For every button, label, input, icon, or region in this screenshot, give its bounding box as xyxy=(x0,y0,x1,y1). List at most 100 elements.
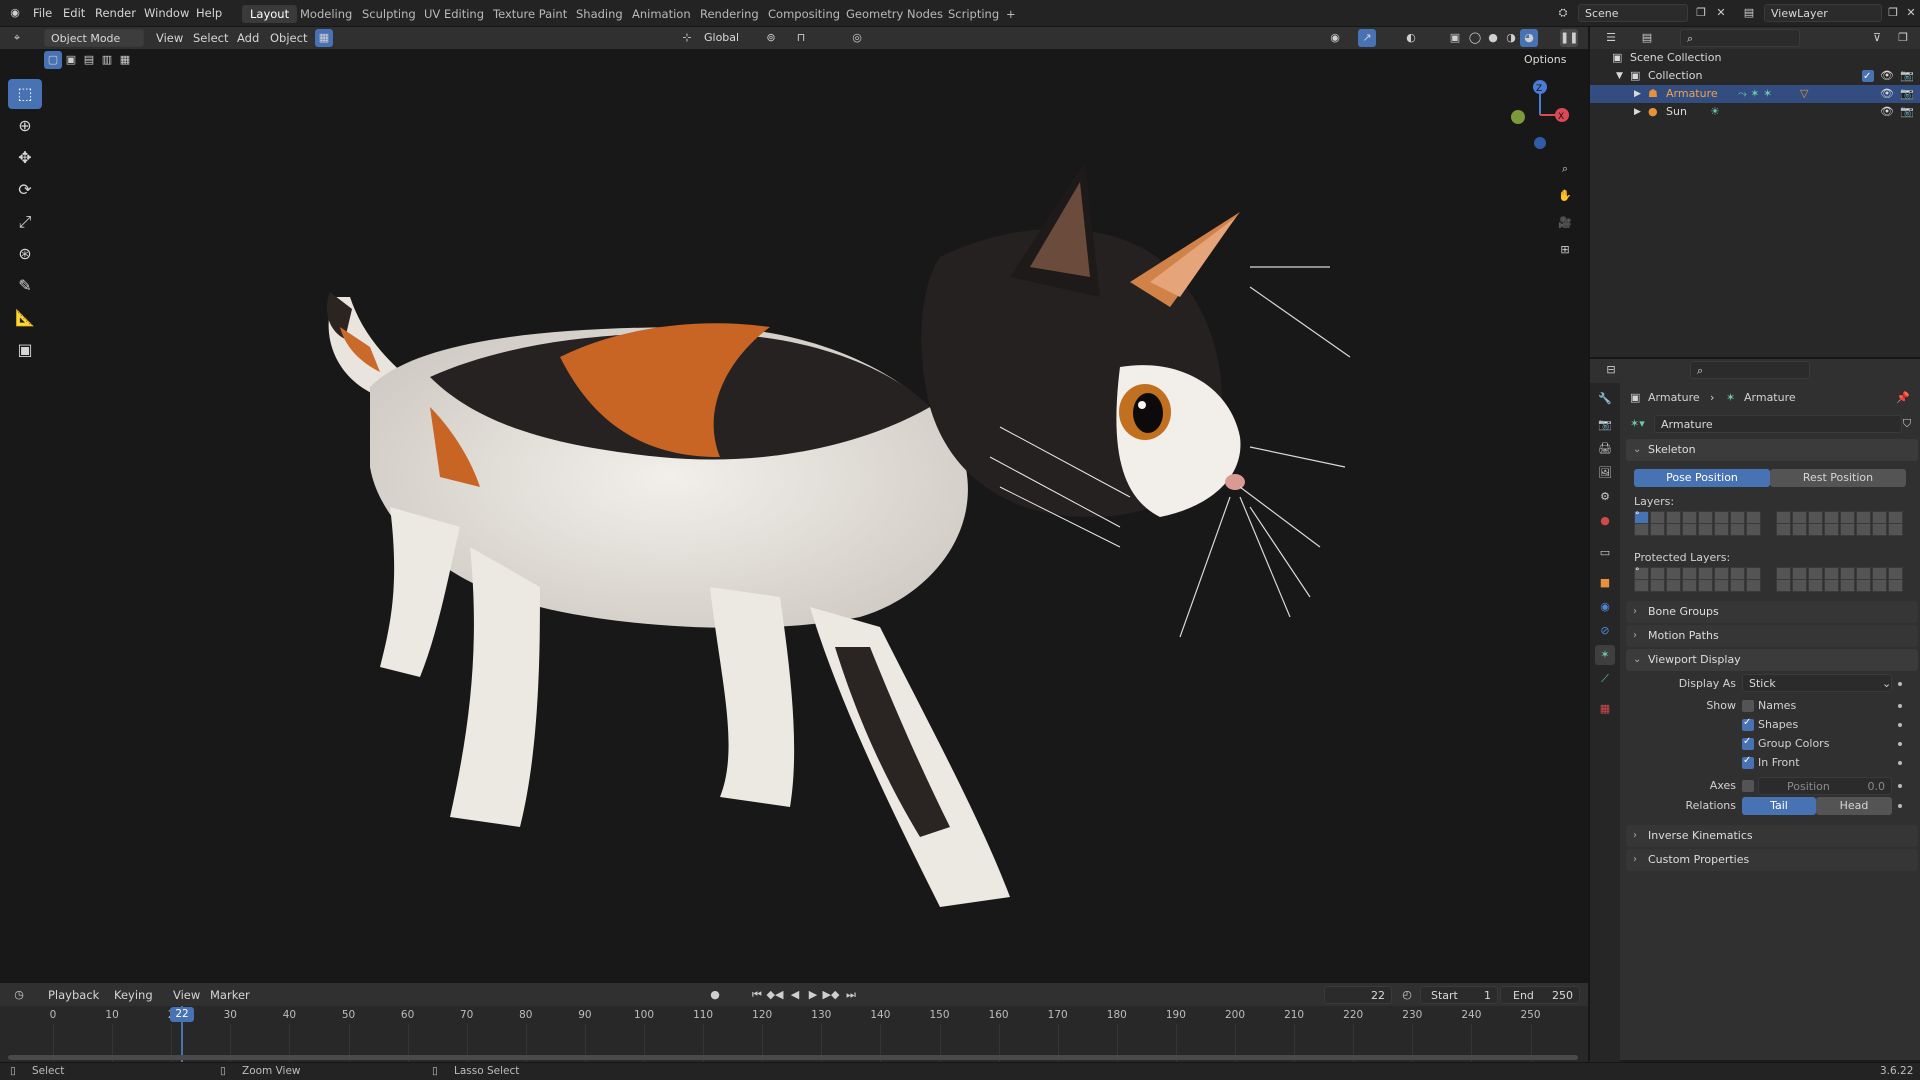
panel-skeleton[interactable]: ⌄ Skeleton xyxy=(1626,439,1918,461)
layer-toggle[interactable] xyxy=(1888,579,1903,592)
new-collection-icon[interactable]: ❐ xyxy=(1894,29,1912,47)
layer-toggle[interactable] xyxy=(1856,523,1871,536)
view-layer-icon[interactable]: ▤ xyxy=(1740,4,1758,22)
layer-toggle[interactable] xyxy=(1808,523,1823,536)
layer-toggle[interactable] xyxy=(1746,523,1761,536)
collection-exclude-checkbox[interactable] xyxy=(1862,68,1874,86)
pan-hand-icon[interactable]: ✋ xyxy=(1556,187,1574,205)
keyframe-dot-icon[interactable] xyxy=(1898,761,1902,765)
relations-tail-button[interactable]: Tail xyxy=(1742,797,1816,815)
select-intersect-icon[interactable]: ▦ xyxy=(116,51,134,69)
layer-toggle[interactable] xyxy=(1666,523,1681,536)
names-checkbox[interactable] xyxy=(1742,700,1754,712)
rendered-shading-icon[interactable]: ◕ xyxy=(1520,29,1538,47)
timeline[interactable]: 0 10 230 40 50 60 70 80 90 100 110 120 130 140 150 160 1… xyxy=(0,1006,1588,1067)
mode-select[interactable]: Object Mode xyxy=(44,29,144,47)
timeline-menu-view[interactable]: View xyxy=(173,988,200,1002)
scene-tab-icon[interactable]: ⚙ xyxy=(1595,487,1615,507)
shapes-checkbox[interactable] xyxy=(1742,717,1754,731)
outliner-row-armature[interactable]: ▶ ☗ Armature ⤳ ✶ ✶ ▽ 👁 📷 xyxy=(1590,85,1920,103)
expand-chevron-icon[interactable]: ▶ xyxy=(1634,85,1641,103)
play-reverse-icon[interactable]: ◀ xyxy=(786,986,804,1004)
transform-orientation-select[interactable]: Global xyxy=(698,29,750,47)
outliner-row-scene-collection[interactable]: ▣ Scene Collection xyxy=(1590,49,1920,67)
scene-icon[interactable]: ⛭ xyxy=(1554,4,1572,22)
new-view-layer-icon[interactable]: ❐ xyxy=(1884,4,1902,22)
rotate-icon[interactable]: ⟳ xyxy=(8,175,42,205)
layer-toggle[interactable] xyxy=(1650,579,1665,592)
add-cube-icon[interactable]: ▣ xyxy=(8,335,42,365)
timeline-editor-type-icon[interactable]: ◷ xyxy=(10,986,28,1004)
tab-layout[interactable]: Layout xyxy=(242,5,298,23)
select-new-icon[interactable]: ▢ xyxy=(44,51,62,69)
select-subtract-icon[interactable]: ▤ xyxy=(80,51,98,69)
collection-tab-icon[interactable]: ▭ xyxy=(1595,543,1615,563)
object-tab-icon[interactable]: ■ xyxy=(1595,573,1615,593)
menu-render[interactable]: Render xyxy=(95,6,136,20)
layer-toggle[interactable] xyxy=(1650,523,1665,536)
keyframe-dot-icon[interactable] xyxy=(1898,682,1902,686)
armature-datablock-icon[interactable]: ✶▾ xyxy=(1630,417,1645,430)
panel-viewport-display[interactable]: ⌄ Viewport Display xyxy=(1626,649,1918,671)
wireframe-shading-icon[interactable]: ◯ xyxy=(1466,29,1484,47)
end-frame-field[interactable]: End 250 xyxy=(1500,986,1580,1004)
layer-toggle[interactable] xyxy=(1634,523,1649,536)
keyframe-dot-icon[interactable] xyxy=(1898,742,1902,746)
jump-end-icon[interactable]: ⏭ xyxy=(842,986,860,1004)
current-frame-field[interactable]: 22 xyxy=(1324,986,1392,1004)
outliner-row-sun[interactable]: ▶ ● Sun ☀ 👁 📷 xyxy=(1590,103,1920,121)
timeline-menu-marker[interactable]: Marker xyxy=(210,988,250,1002)
layer-toggle[interactable] xyxy=(1840,579,1855,592)
output-tab-icon[interactable]: 🖨 xyxy=(1595,439,1615,459)
orientation-icon[interactable]: ⊹ xyxy=(678,29,696,47)
tab-rendering[interactable]: Rendering xyxy=(692,5,767,23)
viewport-menu-select[interactable]: Select xyxy=(193,31,228,45)
outliner-display-mode-icon[interactable]: ▤ xyxy=(1638,29,1656,47)
editor-type-icon[interactable]: ⌖ xyxy=(8,29,26,47)
tab-compositing[interactable]: Compositing xyxy=(760,5,848,23)
layer-toggle[interactable] xyxy=(1776,523,1791,536)
select-extend-icon[interactable]: ▣ xyxy=(62,51,80,69)
layer-toggle[interactable] xyxy=(1824,523,1839,536)
expand-chevron-icon[interactable]: ▼ xyxy=(1616,67,1623,85)
menu-window[interactable]: Window xyxy=(144,6,189,20)
layer-toggle[interactable] xyxy=(1682,579,1697,592)
rest-position-button[interactable]: Rest Position xyxy=(1770,469,1906,487)
armature-data-tab-icon[interactable]: ✶ xyxy=(1595,645,1615,665)
panel-bone-groups[interactable]: › Bone Groups xyxy=(1626,601,1918,623)
tab-texture-paint[interactable]: Texture Paint xyxy=(485,5,575,23)
outliner-search-input[interactable]: ⌕ xyxy=(1680,29,1800,47)
prev-keyframe-icon[interactable]: ◆◀ xyxy=(766,986,784,1004)
layer-toggle[interactable] xyxy=(1698,523,1713,536)
zoom-icon[interactable]: ⌕ xyxy=(1556,160,1574,178)
select-invert-icon[interactable]: ▥ xyxy=(98,51,116,69)
tool-tab-icon[interactable]: 🔧 xyxy=(1595,389,1615,409)
snap-icon[interactable]: ⊓ xyxy=(792,29,810,47)
layer-toggle[interactable] xyxy=(1792,579,1807,592)
layer-toggle[interactable] xyxy=(1872,579,1887,592)
keyframe-dot-icon[interactable] xyxy=(1898,784,1902,788)
eye-icon[interactable]: 👁 xyxy=(1880,85,1894,103)
armature-name-field[interactable]: Armature xyxy=(1654,415,1902,433)
record-icon[interactable]: ● xyxy=(706,986,724,1004)
texture-tab-icon[interactable]: ▦ xyxy=(1595,699,1615,719)
navigation-gizmo[interactable]: Z X xyxy=(1500,75,1585,155)
transform-icon[interactable]: ⊛ xyxy=(8,239,42,269)
outliner-row-collection[interactable]: ▼ ▣ Collection 👁 📷 xyxy=(1590,67,1920,86)
menu-help[interactable]: Help xyxy=(196,6,222,20)
render-tab-icon[interactable]: 📷 xyxy=(1595,415,1615,435)
axes-position-field[interactable]: Position 0.0 xyxy=(1758,777,1892,795)
display-as-select[interactable]: Stick xyxy=(1742,674,1892,692)
layer-toggle[interactable] xyxy=(1682,523,1697,536)
camera-icon[interactable]: 🎥 xyxy=(1556,214,1574,232)
menu-file[interactable]: File xyxy=(33,6,52,20)
toggle-icon[interactable]: ▦ xyxy=(315,29,333,47)
pause-icon[interactable]: ❚❚ xyxy=(1560,29,1578,47)
panel-inverse-kinematics[interactable]: › Inverse Kinematics xyxy=(1626,825,1918,847)
gizmo-neg-z-axis[interactable] xyxy=(1534,137,1546,149)
close-scene-icon[interactable]: ✕ xyxy=(1712,4,1730,22)
properties-editor-type-icon[interactable]: ⊟ xyxy=(1602,361,1620,379)
panel-custom-properties[interactable]: › Custom Properties xyxy=(1626,849,1918,871)
next-keyframe-icon[interactable]: ▶◆ xyxy=(822,986,840,1004)
3d-viewport[interactable] xyxy=(0,27,1588,982)
